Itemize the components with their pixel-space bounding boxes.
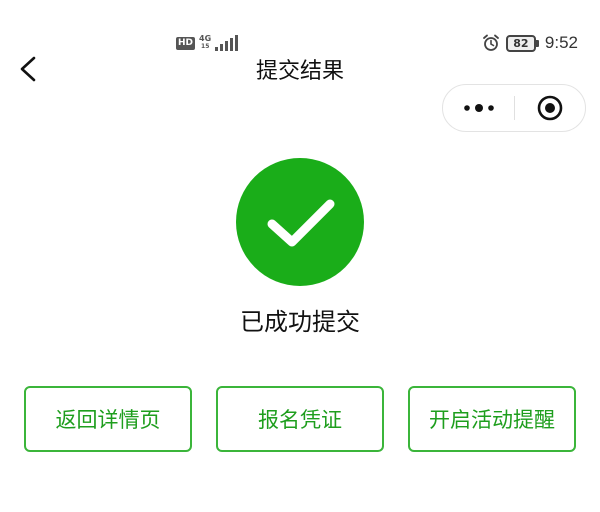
signal-strength-icon — [215, 35, 239, 51]
more-dots-icon — [463, 104, 494, 112]
battery-level: 82 — [505, 34, 536, 52]
target-close-icon — [537, 95, 563, 121]
activity-reminder-button[interactable]: 开启活动提醒 — [408, 386, 576, 452]
network-type: 4G 15 — [199, 34, 212, 50]
status-bar: HD 4G 15 82 9:52 — [0, 0, 600, 52]
more-options-button[interactable] — [443, 85, 514, 131]
hd-badge: HD — [176, 36, 196, 50]
check-circle-icon — [236, 158, 364, 286]
checkmark-icon — [267, 199, 335, 247]
result-message: 已成功提交 — [240, 308, 360, 336]
battery-icon: 82 — [505, 34, 539, 52]
system-status: 82 9:52 — [482, 33, 578, 53]
back-to-detail-button[interactable]: 返回详情页 — [24, 386, 192, 452]
network-status: HD 4G 15 — [176, 34, 239, 52]
close-mini-program-button[interactable] — [515, 85, 585, 131]
alarm-clock-icon — [483, 34, 499, 51]
mini-program-capsule — [442, 84, 586, 132]
back-chevron-icon[interactable] — [16, 56, 42, 82]
status-time: 9:52 — [544, 33, 578, 52]
registration-voucher-button[interactable]: 报名凭证 — [216, 386, 384, 452]
